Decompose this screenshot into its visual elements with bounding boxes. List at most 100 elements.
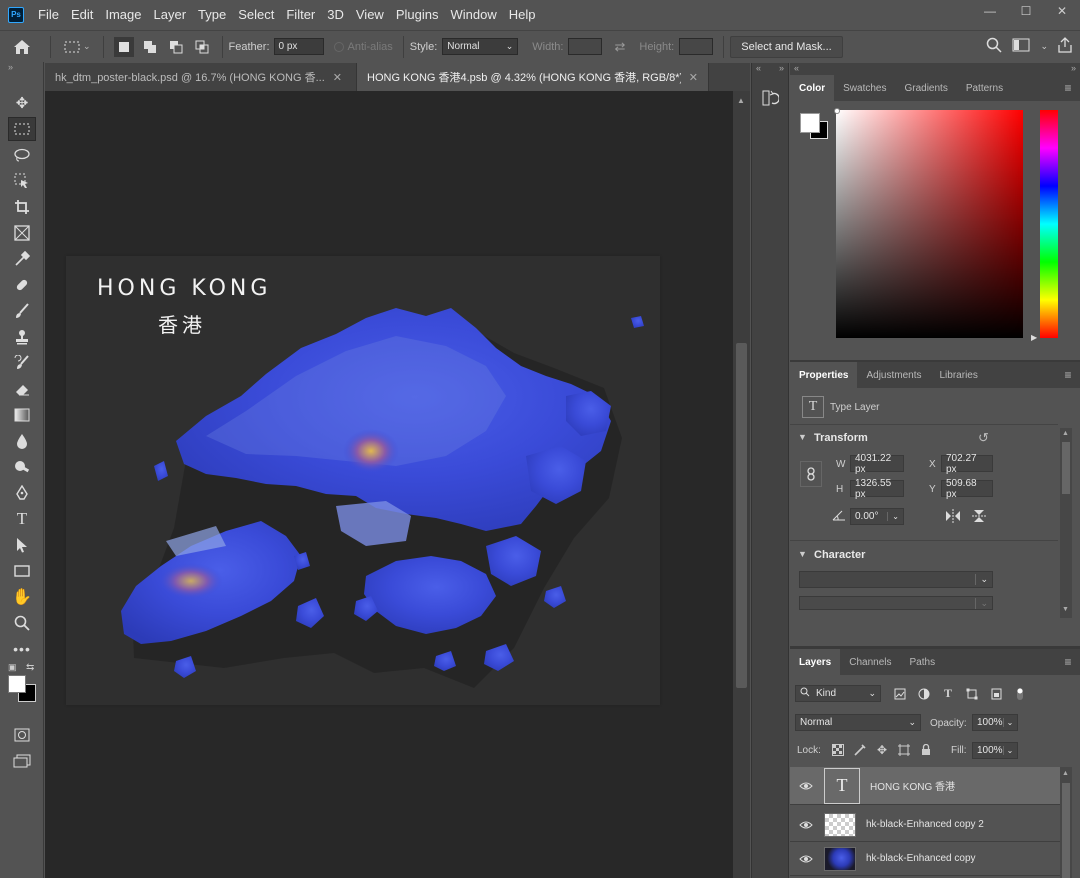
eraser-tool[interactable] bbox=[0, 376, 44, 402]
height-input[interactable] bbox=[679, 38, 714, 55]
tab-libraries[interactable]: Libraries bbox=[931, 362, 987, 388]
tab-gradients[interactable]: Gradients bbox=[895, 75, 956, 101]
lock-pixels-icon[interactable] bbox=[850, 743, 870, 757]
swap-icon[interactable]: ⇄ bbox=[614, 39, 625, 55]
flip-vertical-icon[interactable] bbox=[972, 508, 986, 527]
feather-input[interactable]: 0 px bbox=[273, 38, 324, 55]
font-family-select[interactable]: ⌄ bbox=[799, 571, 993, 588]
tab-hk-dtm-poster[interactable]: hk_dtm_poster-black.psd @ 16.7% (HONG KO… bbox=[45, 63, 357, 91]
tab-swatches[interactable]: Swatches bbox=[834, 75, 895, 101]
layer-filter-select[interactable]: Kind ⌄ bbox=[795, 685, 881, 702]
dodge-tool[interactable] bbox=[0, 454, 44, 480]
adjustment-filter-icon[interactable] bbox=[914, 686, 934, 701]
scrollbar-thumb[interactable] bbox=[1062, 442, 1070, 494]
foreground-color-swatch[interactable] bbox=[8, 675, 26, 693]
add-to-selection-button[interactable] bbox=[140, 37, 160, 57]
visibility-eye-icon[interactable] bbox=[790, 820, 822, 830]
height-field[interactable]: 1326.55 px bbox=[850, 478, 904, 500]
scroll-up-icon[interactable]: ▲ bbox=[1062, 770, 1069, 777]
lock-position-icon[interactable]: ✥ bbox=[872, 743, 892, 757]
tab-channels[interactable]: Channels bbox=[840, 649, 900, 675]
crop-tool[interactable] bbox=[0, 194, 44, 220]
subtract-selection-button[interactable] bbox=[166, 37, 186, 57]
lock-transparent-icon[interactable] bbox=[828, 743, 848, 757]
menu-image[interactable]: Image bbox=[99, 0, 147, 29]
panel-menu-icon[interactable]: ≡ bbox=[1056, 75, 1080, 101]
intersect-selection-button[interactable] bbox=[192, 37, 212, 57]
maximize-button[interactable]: ☐ bbox=[1008, 0, 1044, 22]
tab-adjustments[interactable]: Adjustments bbox=[857, 362, 930, 388]
scroll-up-icon[interactable]: ▲ bbox=[737, 96, 745, 105]
lasso-tool[interactable] bbox=[0, 142, 44, 168]
share-icon[interactable] bbox=[1058, 37, 1072, 56]
swap-colors-icon[interactable]: ⇆ bbox=[26, 662, 34, 673]
brush-tool[interactable] bbox=[0, 298, 44, 324]
visibility-eye-icon[interactable] bbox=[790, 854, 822, 864]
visibility-eye-icon[interactable] bbox=[790, 781, 822, 791]
rectangle-tool[interactable] bbox=[0, 558, 44, 584]
hand-tool[interactable]: ✋ bbox=[0, 584, 44, 610]
chevron-down-icon[interactable]: ⌄ bbox=[1040, 41, 1048, 52]
search-icon[interactable] bbox=[986, 37, 1002, 56]
default-colors-icon[interactable]: ▣ bbox=[8, 662, 17, 673]
pen-tool[interactable] bbox=[0, 480, 44, 506]
collapse-right-icon[interactable]: » bbox=[1071, 63, 1076, 75]
hue-slider-handle-icon[interactable]: ▶ bbox=[1031, 333, 1037, 342]
scrollbar-thumb[interactable] bbox=[1062, 783, 1070, 878]
panel-menu-icon[interactable]: ≡ bbox=[1056, 649, 1080, 675]
y-position-field[interactable]: 509.68 px bbox=[941, 478, 993, 500]
menu-layer[interactable]: Layer bbox=[148, 0, 193, 29]
menu-file[interactable]: File bbox=[32, 0, 65, 29]
color-picker-cursor[interactable] bbox=[834, 108, 840, 114]
type-tool[interactable]: T bbox=[0, 506, 44, 532]
flip-horizontal-icon[interactable] bbox=[944, 509, 962, 526]
object-selection-tool[interactable] bbox=[0, 168, 44, 194]
history-brush-tool[interactable] bbox=[0, 350, 44, 376]
close-tab-icon[interactable]: ✕ bbox=[333, 71, 342, 84]
menu-view[interactable]: View bbox=[350, 0, 390, 29]
history-panel-button[interactable] bbox=[752, 89, 788, 107]
menu-edit[interactable]: Edit bbox=[65, 0, 99, 29]
menu-filter[interactable]: Filter bbox=[280, 0, 321, 29]
layer-row-hong-kong-text[interactable]: T HONG KONG 香港 bbox=[790, 767, 1060, 805]
close-tab-icon[interactable]: ✕ bbox=[689, 71, 698, 84]
tool-preset-picker[interactable]: ⌄ bbox=[57, 40, 97, 54]
expand-panels-icon[interactable]: « bbox=[756, 63, 761, 75]
lock-artboard-icon[interactable] bbox=[894, 743, 914, 757]
screen-mode-button[interactable] bbox=[0, 748, 44, 774]
width-field[interactable]: 4031.22 px bbox=[850, 453, 904, 475]
shape-filter-icon[interactable] bbox=[962, 686, 982, 701]
clone-stamp-tool[interactable] bbox=[0, 324, 44, 350]
scroll-up-icon[interactable]: ▲ bbox=[1062, 430, 1069, 437]
blur-tool[interactable] bbox=[0, 428, 44, 454]
type-filter-icon[interactable]: T bbox=[938, 686, 958, 701]
x-position-field[interactable]: 702.27 px bbox=[941, 453, 993, 475]
tab-layers[interactable]: Layers bbox=[790, 649, 841, 675]
menu-help[interactable]: Help bbox=[503, 0, 542, 29]
angle-field[interactable]: 0.00° ⌄ bbox=[850, 508, 904, 525]
color-field[interactable] bbox=[836, 110, 1023, 338]
menu-type[interactable]: Type bbox=[192, 0, 232, 29]
more-tools-button[interactable]: ••• bbox=[0, 636, 44, 662]
chevron-down-icon[interactable]: ▼ bbox=[798, 549, 807, 559]
menu-plugins[interactable]: Plugins bbox=[390, 0, 445, 29]
path-selection-tool[interactable] bbox=[0, 532, 44, 558]
home-icon[interactable] bbox=[0, 39, 44, 55]
layer-row-enhanced-copy-2[interactable]: hk-black-Enhanced copy 2 bbox=[790, 808, 1060, 842]
close-window-button[interactable]: ✕ bbox=[1044, 0, 1080, 22]
fill-field[interactable]: 100% ⌄ bbox=[972, 742, 1018, 759]
blend-mode-select[interactable]: Normal ⌄ bbox=[795, 714, 921, 731]
gradient-tool[interactable] bbox=[0, 402, 44, 428]
new-selection-button[interactable] bbox=[113, 36, 134, 57]
reset-transform-icon[interactable]: ↺ bbox=[978, 430, 989, 446]
pixel-filter-icon[interactable] bbox=[890, 686, 910, 701]
workspace-icon[interactable] bbox=[1012, 38, 1030, 55]
opacity-field[interactable]: 100% ⌄ bbox=[972, 714, 1018, 731]
filter-toggle-icon[interactable] bbox=[1010, 686, 1030, 701]
select-and-mask-button[interactable]: Select and Mask... bbox=[730, 35, 843, 58]
photoshop-logo-icon[interactable]: Ps bbox=[8, 6, 24, 23]
menu-window[interactable]: Window bbox=[444, 0, 502, 29]
chevron-down-icon[interactable]: ▼ bbox=[798, 432, 807, 442]
rectangular-marquee-tool[interactable] bbox=[0, 116, 44, 142]
tab-patterns[interactable]: Patterns bbox=[957, 75, 1012, 101]
